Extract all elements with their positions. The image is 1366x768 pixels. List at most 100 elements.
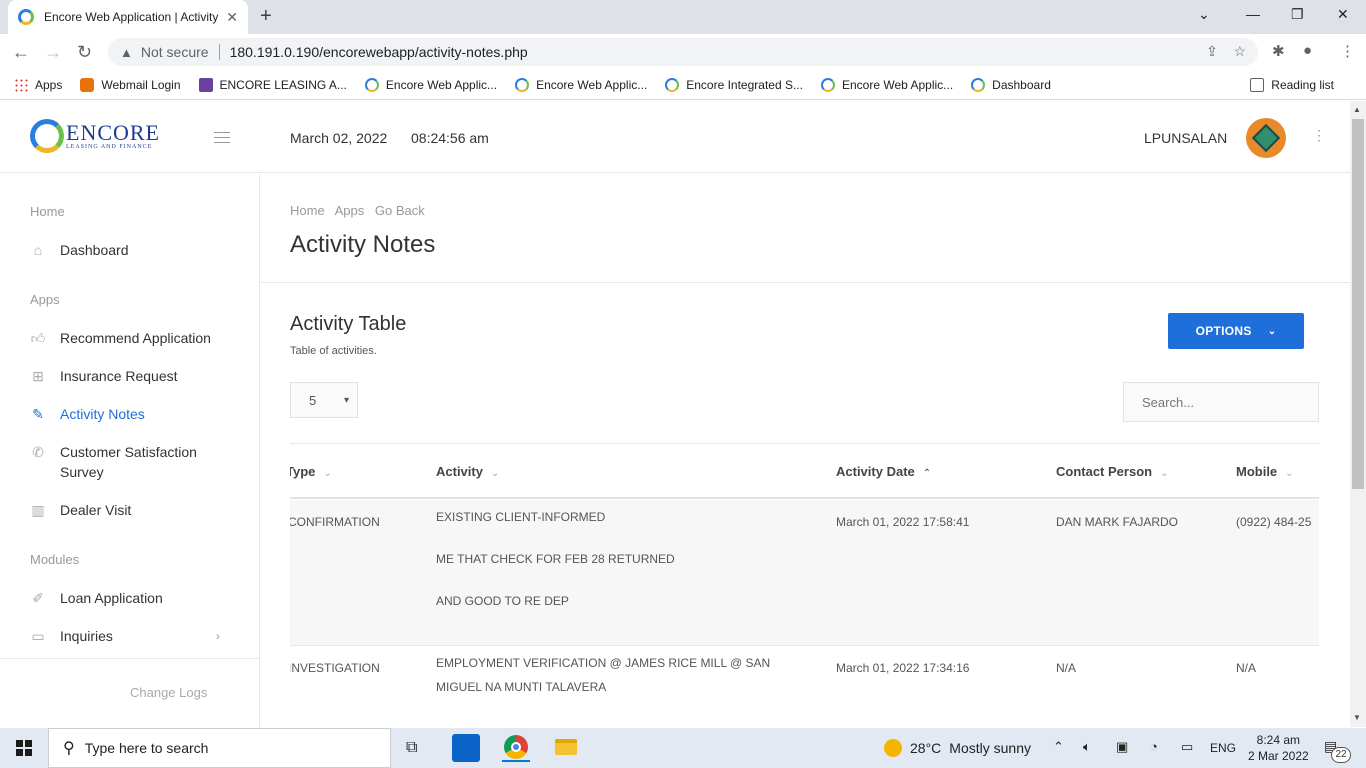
activity-line: EXISTING CLIENT-INFORMED (436, 510, 606, 524)
chrome-menu-icon[interactable]: ⋮ (1340, 42, 1355, 60)
menu-toggle-icon[interactable] (214, 132, 230, 147)
sidebar-item-insurance[interactable]: ⊞ Insurance Request (30, 366, 177, 386)
wifi-icon[interactable]: ◔ (1150, 739, 1158, 754)
share-star-icons[interactable]: ⇪ ☆ (1206, 43, 1246, 60)
options-label: OPTIONS (1195, 324, 1252, 338)
profile-icon[interactable]: ● (1303, 42, 1312, 59)
sidebar-item-survey[interactable]: ✆ Customer Satisfaction Survey (30, 442, 230, 482)
bookmark-encore-web-3[interactable]: Encore Web Applic... (820, 77, 954, 92)
back-icon[interactable]: ← (12, 42, 30, 63)
browser-tab-active[interactable]: Encore Web Application | Activity Notes … (8, 0, 248, 34)
scroll-up-icon[interactable]: ▲ (1353, 105, 1361, 114)
avatar[interactable] (1246, 118, 1286, 158)
address-separator (218, 44, 220, 60)
language-indicator[interactable]: ENG (1210, 741, 1236, 755)
header-username[interactable]: LPUNSALAN (1144, 130, 1227, 146)
forward-icon[interactable]: → (44, 42, 62, 63)
bookmark-label: Dashboard (992, 77, 1051, 92)
more-options-icon[interactable]: ⋮ (1312, 127, 1326, 144)
scroll-thumb[interactable] (1352, 119, 1364, 489)
column-header-type[interactable]: Type ⌄ (290, 464, 332, 479)
chevron-down-icon: ⌄ (1267, 325, 1277, 337)
bookmark-encore-web-2[interactable]: Encore Web Applic... (515, 77, 648, 92)
address-bar[interactable]: ▲ Not secure 180.191.0.190/encorewebapp/… (108, 38, 1258, 66)
sidebar-item-label: Dealer Visit (60, 502, 132, 518)
scroll-down-icon[interactable]: ▼ (1353, 713, 1361, 722)
new-tab-icon[interactable]: + (260, 5, 272, 28)
feather-icon: ✎ (32, 406, 44, 422)
logo-sub-text: LEASING AND FINANCE (66, 144, 153, 150)
taskbar-search[interactable]: ⚲ Type here to search (48, 728, 391, 768)
task-view-icon[interactable]: ⧉ (406, 739, 417, 757)
column-header-activity[interactable]: Activity ⌄ (436, 464, 499, 479)
bookmark-encore-leasing[interactable]: ENCORE LEASING A... (198, 77, 347, 92)
cell-activity-date: March 01, 2022 17:58:41 (836, 515, 970, 529)
bookmark-webmail[interactable]: Webmail Login (80, 77, 181, 92)
outlook-icon[interactable] (452, 734, 480, 762)
breadcrumb-go-back[interactable]: Go Back (375, 203, 425, 218)
table-row[interactable]: INVESTIGATION EMPLOYMENT VERIFICATION @ … (290, 646, 1319, 727)
bookmark-label: Encore Web Applic... (536, 77, 648, 92)
minimize-icon[interactable]: — (1246, 6, 1260, 22)
options-button[interactable]: OPTIONS ⌄ (1168, 313, 1304, 349)
bookmark-dashboard[interactable]: Dashboard (971, 77, 1051, 92)
bookmark-label: Apps (35, 77, 63, 92)
column-header-contact-person[interactable]: Contact Person ⌄ (1056, 464, 1168, 479)
reload-icon[interactable]: ↻ (77, 42, 92, 63)
bookmark-encore-integrated[interactable]: Encore Integrated S... (665, 77, 803, 92)
cell-activity-date: March 01, 2022 17:34:16 (836, 661, 970, 675)
close-window-icon[interactable]: ✕ (1337, 6, 1349, 23)
battery-icon[interactable]: ▭ (1181, 739, 1193, 755)
file-plus-icon: ⊞ (32, 368, 44, 384)
table-row[interactable]: CONFIRMATION EXISTING CLIENT-INFORMED ME… (290, 500, 1319, 646)
bookmark-apps[interactable]: Apps (14, 77, 63, 92)
chevron-up-icon[interactable]: ⌃ (1053, 739, 1064, 755)
breadcrumb-home[interactable]: Home (290, 203, 325, 218)
file-explorer-icon[interactable] (552, 734, 580, 762)
change-logs-link[interactable]: Change Logs (130, 685, 207, 700)
cell-type: CONFIRMATION (290, 515, 380, 529)
extensions-icon[interactable]: ✱ (1272, 42, 1285, 60)
column-header-mobile[interactable]: Mobile ⌄ (1236, 464, 1294, 479)
encore-logo[interactable]: ENCORE LEASING AND FINANCE (30, 119, 160, 153)
url-text[interactable]: 180.191.0.190/encorewebapp/activity-note… (230, 44, 528, 60)
activity-line: ME THAT CHECK FOR FEB 28 RETURNED (436, 552, 675, 566)
sidebar-item-recommend[interactable]: 👍︎ Recommend Application (30, 328, 211, 348)
bookmark-label: Webmail Login (101, 77, 181, 92)
speaker-icon[interactable]: 🔈︎ (1083, 739, 1091, 755)
page-scrollbar[interactable]: ▲ ▼ (1350, 101, 1366, 727)
taskbar-clock[interactable]: 8:24 am 2 Mar 2022 (1248, 732, 1309, 764)
reading-list[interactable]: Reading list (1250, 77, 1334, 92)
column-label: Mobile (1236, 464, 1278, 479)
bookmark-encore-web-1[interactable]: Encore Web Applic... (364, 77, 498, 92)
sidebar-item-dealer[interactable]: ▥ Dealer Visit (30, 500, 131, 520)
sidebar-item-inquiries[interactable]: ▭ Inquiries › (30, 626, 230, 646)
search-icon: ⚲ (63, 740, 75, 757)
logo-ring-icon (30, 119, 64, 153)
weather-description: Mostly sunny (949, 740, 1031, 756)
sidebar-item-label: Loan Application (60, 590, 163, 606)
column-header-activity-date[interactable]: Activity Date ⌃ (836, 464, 931, 479)
page-size-select[interactable]: 5 ▾ (290, 382, 358, 418)
bookmark-label: Encore Web Applic... (385, 77, 498, 92)
not-secure-label[interactable]: Not secure (141, 44, 209, 60)
sidebar-item-activity-notes[interactable]: ✎ Activity Notes (30, 404, 145, 424)
warning-icon[interactable]: ▲ (120, 45, 133, 60)
chevron-down-icon: ▾ (343, 394, 349, 406)
windows-start-icon[interactable] (16, 740, 32, 756)
weather-widget[interactable]: 28°C Mostly sunny (884, 739, 1031, 757)
tab-search-chevron-icon[interactable]: ⌄ (1198, 6, 1210, 23)
thumbs-up-icon: 👍︎ (30, 330, 46, 346)
network-icon[interactable]: ▣ (1116, 739, 1128, 755)
bookmark-label: Encore Web Applic... (841, 77, 954, 92)
encore-icon (665, 77, 680, 92)
breadcrumb-apps[interactable]: Apps (335, 203, 365, 218)
restore-icon[interactable]: ❐ (1291, 6, 1304, 23)
close-tab-icon[interactable]: ✕ (226, 9, 238, 26)
chrome-icon[interactable] (502, 734, 530, 762)
search-input[interactable] (1123, 382, 1319, 422)
sidebar-divider (0, 658, 260, 659)
sidebar-item-dashboard[interactable]: ⌂ Dashboard (30, 240, 129, 260)
sidebar-item-loan[interactable]: ✐ Loan Application (30, 588, 163, 608)
column-label: Contact Person (1056, 464, 1153, 479)
